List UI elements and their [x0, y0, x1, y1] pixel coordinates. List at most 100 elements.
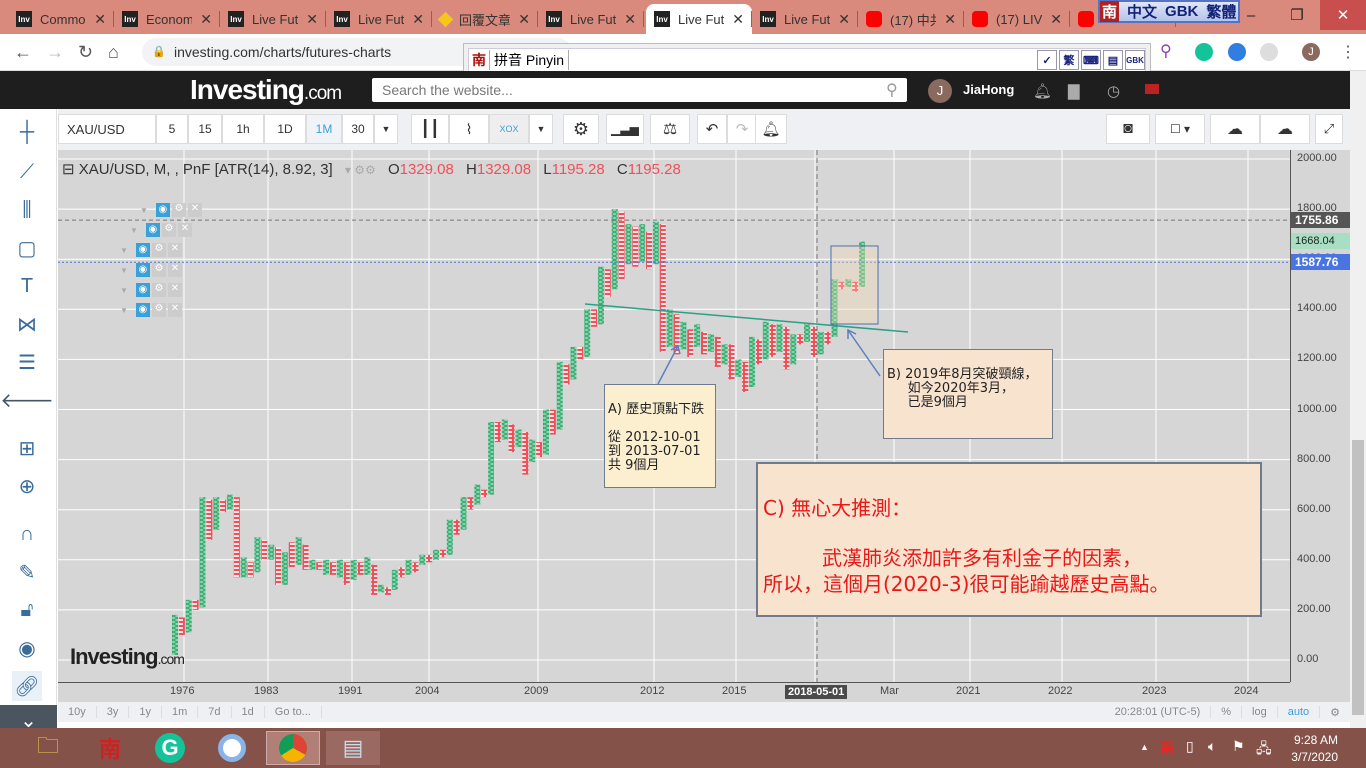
close-window-button[interactable]: ✕	[1320, 0, 1366, 30]
remove-icon[interactable]: ✕	[167, 283, 182, 297]
fib-icon[interactable]: ⫼	[12, 195, 42, 225]
remove-icon[interactable]: ✕	[167, 263, 182, 277]
close-tab-icon[interactable]: ✕	[518, 11, 530, 28]
settings-icon[interactable]: ⚙	[161, 223, 176, 237]
interval-1M[interactable]: 1M	[306, 114, 342, 144]
traditional-toggle[interactable]: 繁	[1059, 50, 1079, 70]
bell-icon[interactable]: 🔔︎	[1033, 82, 1052, 100]
interval-15[interactable]: 15	[188, 114, 222, 144]
extension-icon[interactable]	[1260, 43, 1278, 61]
ime-mode[interactable]: 中文	[1127, 1, 1157, 22]
us-flag-icon[interactable]	[1145, 84, 1159, 94]
undo-icon[interactable]: ↶	[697, 114, 727, 144]
close-tab-icon[interactable]: ✕	[624, 11, 636, 28]
eye-icon[interactable]: ◉	[135, 283, 150, 297]
chromium-icon[interactable]	[218, 734, 246, 762]
browser-tab[interactable]: (17) 中共 ✕	[858, 4, 964, 34]
area-chart-icon[interactable]: ⌇	[449, 114, 489, 144]
eye-icon[interactable]: ◉	[12, 633, 42, 663]
grammarly-icon[interactable]	[1195, 43, 1213, 61]
taskbar-time[interactable]: 9:28 AM	[1292, 733, 1338, 747]
series-settings-icon[interactable]: ▾ ⚙⚙	[345, 163, 376, 177]
settings-icon[interactable]: ⚙	[151, 243, 166, 257]
time-axis[interactable]: 1976 1983 1991 2004 2009 2012 2015 2018-05-01 Ma…	[58, 682, 1290, 702]
measure-icon[interactable]: ⊞	[12, 433, 42, 463]
ime-status-bar[interactable]: 南 中文 GBK 繁體	[1098, 0, 1240, 23]
interval-1D[interactable]: 1D	[264, 114, 306, 144]
highlight-rectangle[interactable]	[830, 245, 879, 325]
browser-tab[interactable]: 回覆文章 ✕	[432, 4, 538, 34]
back-arrow-icon[interactable]: 🡐	[0, 385, 54, 415]
close-tab-icon[interactable]: ✕	[838, 11, 850, 28]
indicator-row[interactable]: ▼ ◉ ⚙ ✕	[140, 203, 202, 217]
scrollbar-thumb[interactable]	[1352, 440, 1364, 715]
forward-icon[interactable]: →	[46, 42, 64, 63]
color-picker[interactable]: ☐ ▾	[1155, 114, 1205, 144]
compare-icon[interactable]: ⚖	[650, 114, 690, 144]
eye-icon[interactable]: ◉	[135, 303, 150, 317]
username[interactable]: JiaHong	[963, 82, 1014, 97]
close-tab-icon[interactable]: ✕	[94, 11, 106, 28]
tray-expand-icon[interactable]: ▲	[1140, 742, 1149, 752]
range-button[interactable]: 1m	[162, 706, 199, 718]
link-icon[interactable]: 🔗︎	[12, 671, 42, 701]
extension-search-icon[interactable]	[1228, 43, 1246, 61]
chrome-icon[interactable]	[279, 734, 307, 762]
indicators-icon[interactable]: ▁▃▅	[606, 114, 644, 144]
menu-icon[interactable]: ⋮	[1340, 42, 1356, 62]
indicator-row[interactable]: ▼ ◉ ⚙ ✕	[120, 283, 182, 297]
eye-icon[interactable]: ◉	[155, 203, 170, 217]
browser-tab[interactable]: Inv Live Fut ✕	[326, 4, 432, 34]
browser-tab[interactable]: Inv Live Fut ✕	[220, 4, 326, 34]
interval-1h[interactable]: 1h	[222, 114, 264, 144]
profile-avatar[interactable]: J	[1302, 43, 1320, 61]
zoom-in-icon[interactable]: ⊕	[12, 471, 42, 501]
range-button[interactable]: 10y	[58, 706, 97, 718]
annotation-a[interactable]: A) 歷史頂點下跌 從 2012-10-01 到 2013-07-01 共 9個…	[604, 384, 716, 488]
grammarly-app-icon[interactable]: G	[155, 733, 185, 763]
pencil-lock-icon[interactable]: ✎	[12, 557, 42, 587]
close-tab-icon[interactable]: ✕	[1050, 11, 1062, 28]
chart-area[interactable]: ⊟ XAU/USD, M, , PnF [ATR(14), 8.92, 3] ▾…	[58, 150, 1351, 702]
tray-ime-icon[interactable]: 南	[1160, 738, 1174, 758]
remove-icon[interactable]: ✕	[187, 203, 202, 217]
range-button[interactable]: 1d	[232, 706, 265, 718]
close-tab-icon[interactable]: ✕	[200, 11, 212, 28]
axis-settings-icon[interactable]: ⚙	[1320, 706, 1350, 719]
tray-device-icon[interactable]: ▯	[1186, 738, 1194, 755]
browser-tab[interactable]: Inv Live Fut ✕	[752, 4, 858, 34]
settings-icon[interactable]: ⚙	[563, 114, 599, 144]
indicator-row[interactable]: ▼ ◉ ⚙ ✕	[120, 303, 182, 317]
clock-icon[interactable]: ◷	[1107, 82, 1120, 100]
browser-tab[interactable]: Inv Live Fut ✕	[646, 4, 752, 34]
action-center-icon[interactable]: ⚑	[1232, 738, 1245, 755]
remove-icon[interactable]: ✕	[167, 243, 182, 257]
log-toggle[interactable]: log	[1242, 706, 1278, 718]
user-avatar[interactable]: J	[928, 79, 952, 103]
remove-icon[interactable]: ✕	[167, 303, 182, 317]
browser-tab[interactable]: Inv Live Fut ✕	[538, 4, 644, 34]
indicator-row[interactable]: ▼ ◉ ⚙ ✕	[130, 223, 192, 237]
close-tab-icon[interactable]: ✕	[732, 11, 744, 28]
interval-30[interactable]: 30	[342, 114, 374, 144]
app-window-icon[interactable]: ▤	[326, 731, 380, 765]
portfolio-icon[interactable]: ▇	[1068, 82, 1080, 100]
arrow-b[interactable]	[847, 328, 881, 377]
interval-dropdown[interactable]: ▼	[374, 114, 398, 144]
annotation-c[interactable]: C) 無心大推測： 武漢肺炎添加許多有利金子的因素， 所以，這個月(2020-3…	[756, 462, 1262, 617]
cloud-upload-icon[interactable]: ☁	[1260, 114, 1310, 144]
range-button[interactable]: 7d	[198, 706, 232, 718]
network-icon[interactable]: 🖧	[1256, 738, 1272, 762]
magnet-icon[interactable]: ∩	[12, 519, 42, 549]
settings-icon[interactable]: ⚙	[151, 283, 166, 297]
rectangle-icon[interactable]: ▢	[12, 233, 42, 263]
gbk-toggle[interactable]: GBK	[1125, 50, 1145, 70]
checkbox-icon[interactable]: ✓	[1037, 50, 1057, 70]
auto-toggle[interactable]: auto	[1278, 706, 1321, 718]
remove-icon[interactable]: ✕	[177, 223, 192, 237]
eye-icon[interactable]: ◉	[135, 243, 150, 257]
pnf-chart-icon[interactable]: XOX	[489, 114, 529, 144]
range-button[interactable]: 3y	[97, 706, 130, 718]
home-icon[interactable]: ⌂	[108, 42, 119, 63]
cloud-download-icon[interactable]: ☁	[1210, 114, 1260, 144]
